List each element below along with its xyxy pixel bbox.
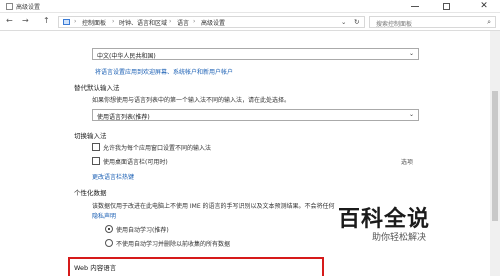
search-input[interactable]: 搜索控制面板 ⌕ (369, 16, 496, 28)
desktop-language-bar-label: 使用桌面语言栏(可用时) (103, 159, 168, 166)
scrollbar-thumb[interactable] (492, 91, 498, 221)
breadcrumb-item-advanced-settings[interactable]: 高级设置 (201, 18, 225, 27)
search-placeholder: 搜索控制面板 (376, 21, 413, 28)
control-panel-icon (6, 3, 13, 10)
language-bar-options-link[interactable]: 选项 (401, 157, 413, 166)
breadcrumb[interactable]: › 控制面板 › 时钟、语言和区域 › 语言 › 高级设置 ⌄ ↻ (58, 16, 365, 28)
switching-input-methods-title: 切换输入法 (74, 132, 107, 140)
chevron-down-icon: ⌄ (408, 50, 414, 57)
desktop-language-bar-checkbox[interactable] (92, 157, 100, 165)
control-panel-icon (63, 19, 70, 25)
breadcrumb-item-language[interactable]: 语言 (177, 18, 189, 27)
breadcrumb-separator: › (193, 18, 196, 25)
breadcrumb-item-clock-language-region[interactable]: 时钟、语言和区域 (119, 18, 167, 27)
display-language-dropdown[interactable]: 中文(中华人民共和国) ⌄ (92, 48, 419, 60)
watermark-title: 百科全说 (338, 207, 431, 232)
use-auto-learning-radio[interactable] (105, 225, 113, 233)
watermark-subtitle: 助你轻松解决 (372, 233, 427, 243)
maximize-icon[interactable] (443, 3, 450, 10)
minimize-icon[interactable] (411, 6, 419, 7)
title-bar: 高级设置 ✕ (0, 0, 500, 13)
override-input-method-title: 替代默认输入法 (74, 84, 120, 92)
search-icon[interactable]: ⌕ (487, 18, 491, 27)
override-input-method-description: 如果你想使用与语言列表中的第一个输入法不同的输入法，请在此处选择。 (92, 97, 291, 104)
window-title: 高级设置 (16, 4, 41, 11)
no-auto-learning-radio[interactable] (105, 239, 113, 247)
back-arrow-icon[interactable]: ← (6, 16, 13, 26)
input-method-value: 使用语言列表(推荐) (97, 114, 150, 121)
no-auto-learning-label: 不使用自动学习并删除以前收集的所有数据 (116, 241, 231, 248)
apply-language-settings-link[interactable]: 将语言设置应用到欢迎屏幕、系统帐户和新用户帐户 (95, 67, 233, 76)
display-language-value: 中文(中华人民共和国) (97, 53, 156, 60)
per-app-input-method-checkbox[interactable] (92, 143, 100, 151)
breadcrumb-item-control-panel[interactable]: 控制面板 (82, 18, 106, 27)
breadcrumb-separator: › (112, 18, 115, 25)
forward-arrow-icon[interactable]: → (22, 16, 29, 26)
chevron-down-icon[interactable]: ⌄ (341, 18, 346, 26)
breadcrumb-separator: › (74, 18, 77, 25)
web-content-language-title: Web 内容语言 (74, 264, 117, 272)
personalization-data-description: 该数据仅用于改进在此电脑上不使用 IME 的语言的手写识别以及文本预测结果。不会… (92, 203, 335, 210)
personalization-data-title: 个性化数据 (74, 189, 107, 197)
breadcrumb-separator: › (169, 18, 172, 25)
up-arrow-icon[interactable]: ↑ (43, 16, 50, 26)
privacy-statement-link[interactable]: 隐私声明 (92, 211, 116, 220)
chevron-down-icon: ⌄ (408, 111, 414, 118)
close-icon[interactable]: ✕ (474, 0, 494, 12)
use-auto-learning-label: 使用自动学习(推荐) (116, 227, 169, 234)
address-bar: ← → ↑ › 控制面板 › 时钟、语言和区域 › 语言 › 高级设置 ⌄ ↻ … (0, 13, 500, 31)
per-app-input-method-label: 允许我为每个应用窗口设置不同的输入法 (103, 145, 212, 152)
refresh-icon[interactable]: ↻ (354, 18, 359, 26)
input-method-dropdown[interactable]: 使用语言列表(推荐) ⌄ (92, 109, 419, 121)
vertical-scrollbar[interactable] (490, 31, 500, 276)
change-language-bar-hotkeys-link[interactable]: 更改语言栏热键 (92, 172, 134, 181)
watermark-logo: 百科全说 助你轻松解决 (334, 201, 474, 253)
